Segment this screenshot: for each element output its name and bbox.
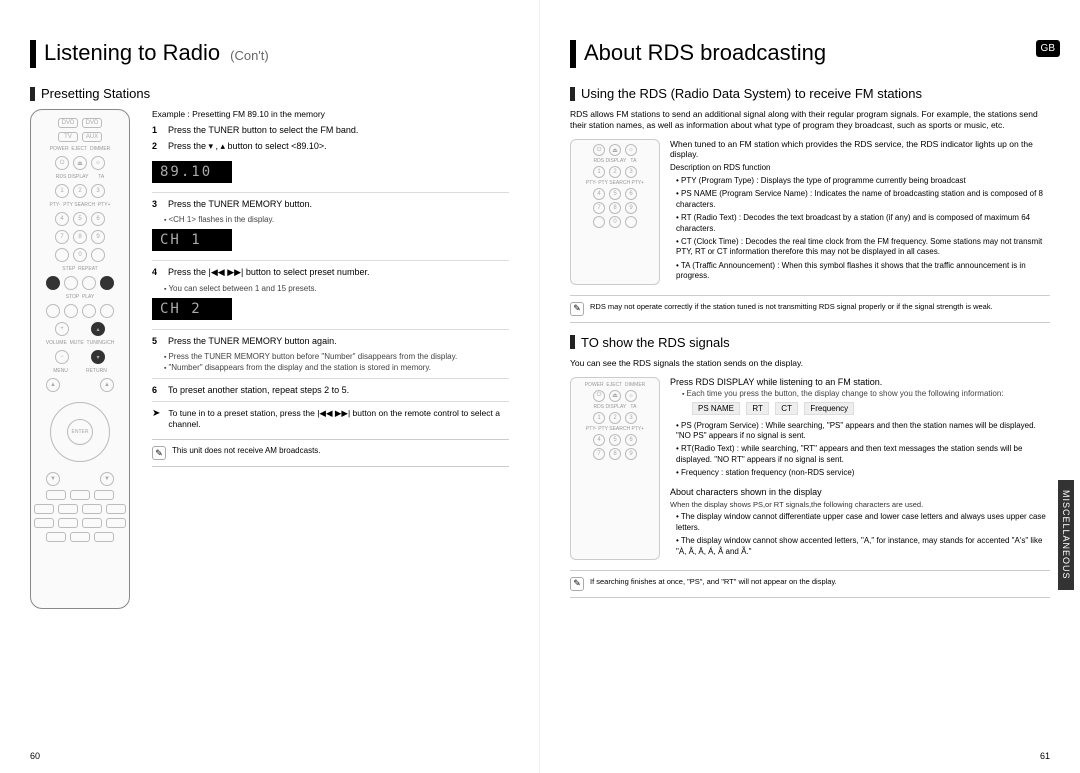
display-freq: 89.10 bbox=[152, 161, 232, 183]
step-text: Press the TUNER button to select the FM … bbox=[168, 125, 509, 135]
bullet: Press the TUNER MEMORY button before "Nu… bbox=[164, 352, 509, 361]
rds-desc-block: ⏻⏏☼ RDS DISPLAY TA 123 PTY- PTY SEARCH P… bbox=[570, 139, 1050, 285]
step-text: Press the TUNER MEMORY button again. bbox=[168, 336, 509, 346]
chars-sub: When the display shows PS,or RT signals,… bbox=[670, 500, 1050, 510]
section-bar bbox=[570, 335, 575, 349]
bullet: <CH 1> flashes in the display. bbox=[164, 215, 509, 224]
note-icon: ✎ bbox=[570, 302, 584, 316]
bullet: You can select between 1 and 15 presets. bbox=[164, 284, 509, 293]
press-text: Press RDS DISPLAY while listening to an … bbox=[670, 377, 1050, 387]
section-rds: Using the RDS (Radio Data System) to rec… bbox=[570, 86, 1050, 101]
desc-item: TA (Traffic Announcement) : When this sy… bbox=[676, 261, 1050, 282]
step-num: 2 bbox=[152, 141, 162, 152]
note-text: RDS may not operate correctly if the sta… bbox=[590, 302, 993, 311]
desc-item: PTY (Program Type) : Displays the type o… bbox=[676, 176, 1050, 186]
section-bar bbox=[30, 87, 35, 101]
step-text: Press the ▾ , ▴ button to select <89.10>… bbox=[168, 141, 509, 152]
chars-head: About characters shown in the display bbox=[670, 487, 1050, 497]
step-num: 1 bbox=[152, 125, 162, 135]
note-row: ✎ If searching finishes at once, "PS", a… bbox=[570, 570, 1050, 598]
page-title: About RDS broadcasting bbox=[584, 40, 826, 66]
desc-head: Description on RDS function bbox=[670, 163, 1050, 172]
step-num: 5 bbox=[152, 336, 162, 346]
rds-signals-content: Press RDS DISPLAY while listening to an … bbox=[670, 377, 1050, 560]
sequence-row: PS NAME RT CT Frequency bbox=[690, 402, 1050, 415]
title-bar bbox=[30, 40, 36, 68]
intro-text: You can see the RDS signals the station … bbox=[570, 358, 1050, 369]
desc-item: RT(Radio Text) : while searching, "RT" a… bbox=[676, 444, 1050, 465]
section-title: Presetting Stations bbox=[41, 86, 150, 101]
step-text: Press the |◀◀ ▶▶| button to select prese… bbox=[168, 267, 509, 278]
gb-badge: GB bbox=[1036, 40, 1060, 57]
section-title: Using the RDS (Radio Data System) to rec… bbox=[581, 86, 922, 101]
page-number: 60 bbox=[30, 751, 40, 761]
bullet: "Number" disappears from the display and… bbox=[164, 363, 509, 372]
desc-item: Frequency : station frequency (non-RDS s… bbox=[676, 468, 1050, 478]
rds-desc-content: When tuned to an FM station which provid… bbox=[670, 139, 1050, 285]
note-text: This unit does not receive AM broadcasts… bbox=[172, 446, 321, 455]
remote-diagram: DVDDVD TVAUX POWER EJECT DIMMER ⏻⏏☼ RDS … bbox=[30, 109, 130, 609]
step-text: Press the TUNER MEMORY button. bbox=[168, 199, 509, 209]
arrow-icon: ➤ bbox=[152, 408, 160, 429]
display-ch2: CH 2 bbox=[152, 298, 232, 320]
nav-pad: ENTER bbox=[50, 402, 110, 462]
page-title: Listening to Radio bbox=[44, 40, 220, 66]
remote-column: DVDDVD TVAUX POWER EJECT DIMMER ⏻⏏☼ RDS … bbox=[30, 109, 140, 609]
section-presetting: Presetting Stations bbox=[30, 86, 509, 101]
intro-text: RDS allows FM stations to send an additi… bbox=[570, 109, 1050, 131]
chars-item: The display window cannot differentiate … bbox=[676, 512, 1050, 533]
seq-freq: Frequency bbox=[804, 402, 854, 415]
note-text: If searching finishes at once, "PS", and… bbox=[590, 577, 837, 586]
section-bar bbox=[570, 87, 575, 101]
title-suffix: (Con't) bbox=[230, 48, 269, 63]
seq-psname: PS NAME bbox=[692, 402, 740, 415]
desc-item: PS (Program Service) : While searching, … bbox=[676, 421, 1050, 442]
tune-in-text: To tune in to a preset station, press th… bbox=[168, 408, 509, 429]
desc-item: CT (Clock Time) : Decodes the real time … bbox=[676, 237, 1050, 258]
side-tab-miscellaneous: MISCELLANEOUS bbox=[1058, 480, 1074, 590]
seq-rt: RT bbox=[746, 402, 769, 415]
title-bar bbox=[570, 40, 576, 68]
body-area: DVDDVD TVAUX POWER EJECT DIMMER ⏻⏏☼ RDS … bbox=[30, 109, 509, 609]
press-bullet: Each time you press the button, the disp… bbox=[682, 389, 1050, 398]
step-num: 3 bbox=[152, 199, 162, 209]
page-right: GB About RDS broadcasting Using the RDS … bbox=[540, 0, 1080, 773]
chars-item: The display window cannot show accented … bbox=[676, 536, 1050, 557]
steps-column: Example : Presetting FM 89.10 in the mem… bbox=[152, 109, 509, 609]
page-number: 61 bbox=[1040, 751, 1050, 761]
page-left: Listening to Radio (Con't) Presetting St… bbox=[0, 0, 540, 773]
section-show-rds: TO show the RDS signals bbox=[570, 335, 1050, 350]
display-ch1: CH 1 bbox=[152, 229, 232, 251]
mini-remote-diagram: POWER EJECT DIMMER ⏻⏏☼ RDS DISPLAY TA 12… bbox=[570, 377, 660, 560]
seq-ct: CT bbox=[775, 402, 798, 415]
rds-signals-block: POWER EJECT DIMMER ⏻⏏☼ RDS DISPLAY TA 12… bbox=[570, 377, 1050, 560]
note-icon: ✎ bbox=[570, 577, 584, 591]
step-num: 4 bbox=[152, 267, 162, 278]
example-text: Example : Presetting FM 89.10 in the mem… bbox=[152, 109, 509, 119]
desc-item: RT (Radio Text) : Decodes the text broad… bbox=[676, 213, 1050, 234]
step-text: To preset another station, repeat steps … bbox=[168, 385, 509, 395]
note-row: ✎ RDS may not operate correctly if the s… bbox=[570, 295, 1050, 323]
title-row-left: Listening to Radio (Con't) bbox=[30, 40, 509, 68]
desc-item: PS NAME (Program Service Name) : Indicat… bbox=[676, 189, 1050, 210]
mini-remote-diagram: ⏻⏏☼ RDS DISPLAY TA 123 PTY- PTY SEARCH P… bbox=[570, 139, 660, 285]
note-icon: ✎ bbox=[152, 446, 166, 460]
tuned-text: When tuned to an FM station which provid… bbox=[670, 139, 1050, 159]
section-title: TO show the RDS signals bbox=[581, 335, 730, 350]
note-row: ✎ This unit does not receive AM broadcas… bbox=[152, 439, 509, 467]
title-row-right: About RDS broadcasting bbox=[570, 40, 1050, 68]
step-num: 6 bbox=[152, 385, 162, 395]
